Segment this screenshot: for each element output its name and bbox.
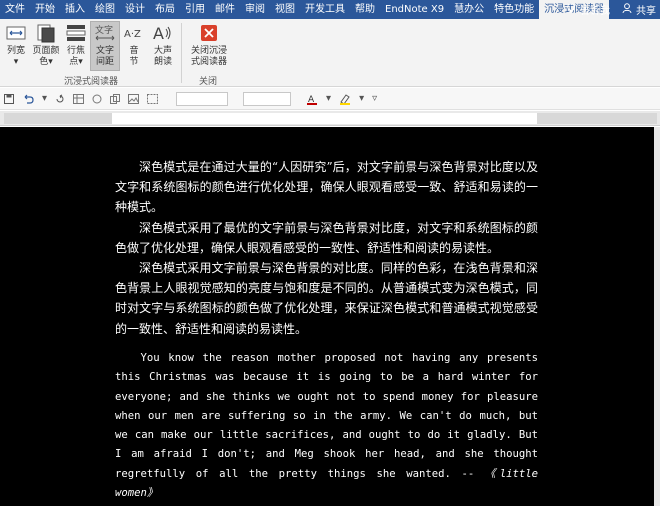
line-focus-label-1: 行焦 <box>66 46 85 56</box>
ruler[interactable] <box>0 111 660 126</box>
line-focus-button[interactable]: 行焦 点▾ <box>63 22 89 68</box>
table-icon[interactable] <box>73 93 85 104</box>
chinese-text-block: 深色模式是在通过大量的“人因研究”后，对文字前景与深色背景对比度以及文字和系统图… <box>115 157 538 339</box>
menu-draw[interactable]: 绘图 <box>90 0 120 19</box>
menu-file[interactable]: 文件 <box>0 0 30 19</box>
ruler-right-margin <box>537 113 657 124</box>
chinese-paragraph-2: 深色模式采用了最优的文字前景与深色背景对比度，对文字和系统图标的颜色做了优化处理… <box>115 220 538 255</box>
line-focus-icon <box>64 22 88 44</box>
share-button[interactable]: 共享 <box>622 2 656 17</box>
page-color-icon <box>34 22 58 44</box>
column-width-label-2: ▾ <box>13 57 19 67</box>
close-reader-button[interactable]: 关闭沉浸 式阅读器 <box>186 22 232 68</box>
menu-endnote[interactable]: EndNote X9 <box>380 0 449 19</box>
highlight-icon[interactable] <box>339 93 351 105</box>
menu-review[interactable]: 审阅 <box>240 0 270 19</box>
text-spacing-label-2: 间距 <box>95 57 114 67</box>
close-icon <box>197 22 221 44</box>
syllables-label-2: 节 <box>129 57 139 67</box>
frame-icon[interactable] <box>147 93 159 104</box>
save-icon[interactable] <box>4 93 14 104</box>
menu-layout[interactable]: 布局 <box>150 0 180 19</box>
svg-text:A·Z: A·Z <box>124 29 141 40</box>
undo-icon[interactable] <box>22 94 34 104</box>
chinese-paragraph-3: 深色模式采用文字前景与深色背景的对比度。同样的色彩，在浅色背景和深色背景上人眼视… <box>115 261 538 336</box>
font-name-input[interactable] <box>176 91 229 106</box>
menu-view[interactable]: 视图 <box>270 0 300 19</box>
menu-insert[interactable]: 插入 <box>60 0 90 19</box>
page-color-button[interactable]: 页面颜 色▾ <box>31 22 61 68</box>
tell-me-button[interactable]: 告诉我 <box>566 2 610 17</box>
column-width-button[interactable]: 列宽 ▾ <box>2 22 30 68</box>
read-aloud-icon: A <box>151 22 175 44</box>
menu-design[interactable]: 设计 <box>120 0 150 19</box>
menu-bar: 文件 开始 插入 绘图 设计 布局 引用 邮件 审阅 视图 开发工具 帮助 En… <box>0 0 660 19</box>
menu-home[interactable]: 开始 <box>30 0 60 19</box>
read-aloud-label-1: 大声 <box>153 46 172 56</box>
page-color-label-1: 页面颜 <box>32 46 60 56</box>
svg-text:文字: 文字 <box>95 24 113 36</box>
close-reader-label-2: 式阅读器 <box>190 57 227 67</box>
page-color-label-2: 色▾ <box>39 57 53 67</box>
share-label: 共享 <box>636 6 656 17</box>
text-spacing-label-1: 文字 <box>95 46 114 56</box>
text-spacing-icon: 文字 <box>93 22 117 44</box>
group-label-close: 关闭 <box>199 77 218 87</box>
customize-toolbar-icon[interactable]: ▿ <box>372 93 377 104</box>
ruler-left-margin <box>4 113 112 124</box>
vertical-scrollbar[interactable] <box>654 127 660 506</box>
syllables-icon: A·Z <box>122 22 146 44</box>
person-icon <box>622 2 632 17</box>
font-size-input[interactable] <box>243 91 292 106</box>
column-width-icon <box>4 22 28 44</box>
english-paragraph: You know the reason mother proposed not … <box>115 349 538 503</box>
group-label-reader: 沉浸式阅读器 <box>64 77 119 87</box>
read-aloud-button[interactable]: A 大声 朗读 <box>148 22 178 68</box>
chinese-paragraph-1: 深色模式是在通过大量的“人因研究”后，对文字前景与深色背景对比度以及文字和系统图… <box>115 160 538 215</box>
line-focus-label-2: 点▾ <box>69 57 83 67</box>
copy-format-icon[interactable] <box>110 93 121 104</box>
font-color-icon[interactable]: A <box>306 93 318 105</box>
font-color-dropdown-icon[interactable]: ▾ <box>326 93 331 104</box>
english-paragraph-text: You know the reason mother proposed not … <box>115 352 538 480</box>
group-separator <box>181 23 182 83</box>
menu-help[interactable]: 帮助 <box>350 0 380 19</box>
english-text-block: You know the reason mother proposed not … <box>115 349 538 503</box>
quick-access-toolbar: ▾ A ▾ ▾ ▿ <box>0 88 660 110</box>
read-aloud-label-2: 朗读 <box>153 57 172 67</box>
lightbulb-icon <box>566 2 576 17</box>
menu-mailings[interactable]: 邮件 <box>210 0 240 19</box>
menu-references[interactable]: 引用 <box>180 0 210 19</box>
svg-text:A: A <box>153 24 164 43</box>
menu-huibangong[interactable]: 慧办公 <box>449 0 489 19</box>
close-reader-label-1: 关闭沉浸 <box>190 46 227 56</box>
document-page[interactable]: 深色模式是在通过大量的“人因研究”后，对文字前景与深色背景对比度以及文字和系统图… <box>0 127 654 506</box>
menu-special[interactable]: 特色功能 <box>489 0 539 19</box>
syllables-button[interactable]: A·Z 音 节 <box>121 22 147 68</box>
text-spacing-button[interactable]: 文字 文字 间距 <box>90 21 120 71</box>
syllables-label-1: 音 <box>129 46 139 56</box>
ribbon: 列宽 ▾ 页面颜 色▾ 行焦 点▾ 文字 文字 间距 A·Z 音 节 A 大声 … <box>0 19 660 87</box>
shape-icon[interactable] <box>92 94 102 104</box>
picture-icon[interactable] <box>128 93 140 104</box>
column-width-label-1: 列宽 <box>6 46 25 56</box>
menu-right: 告诉我 共享 <box>554 0 656 19</box>
undo-dropdown-icon[interactable]: ▾ <box>42 93 47 104</box>
highlight-dropdown-icon[interactable]: ▾ <box>359 93 364 104</box>
redo-icon[interactable] <box>55 94 65 104</box>
ruler-text-area <box>112 113 537 124</box>
menu-developer[interactable]: 开发工具 <box>300 0 350 19</box>
tell-me-label: 告诉我 <box>580 6 610 17</box>
